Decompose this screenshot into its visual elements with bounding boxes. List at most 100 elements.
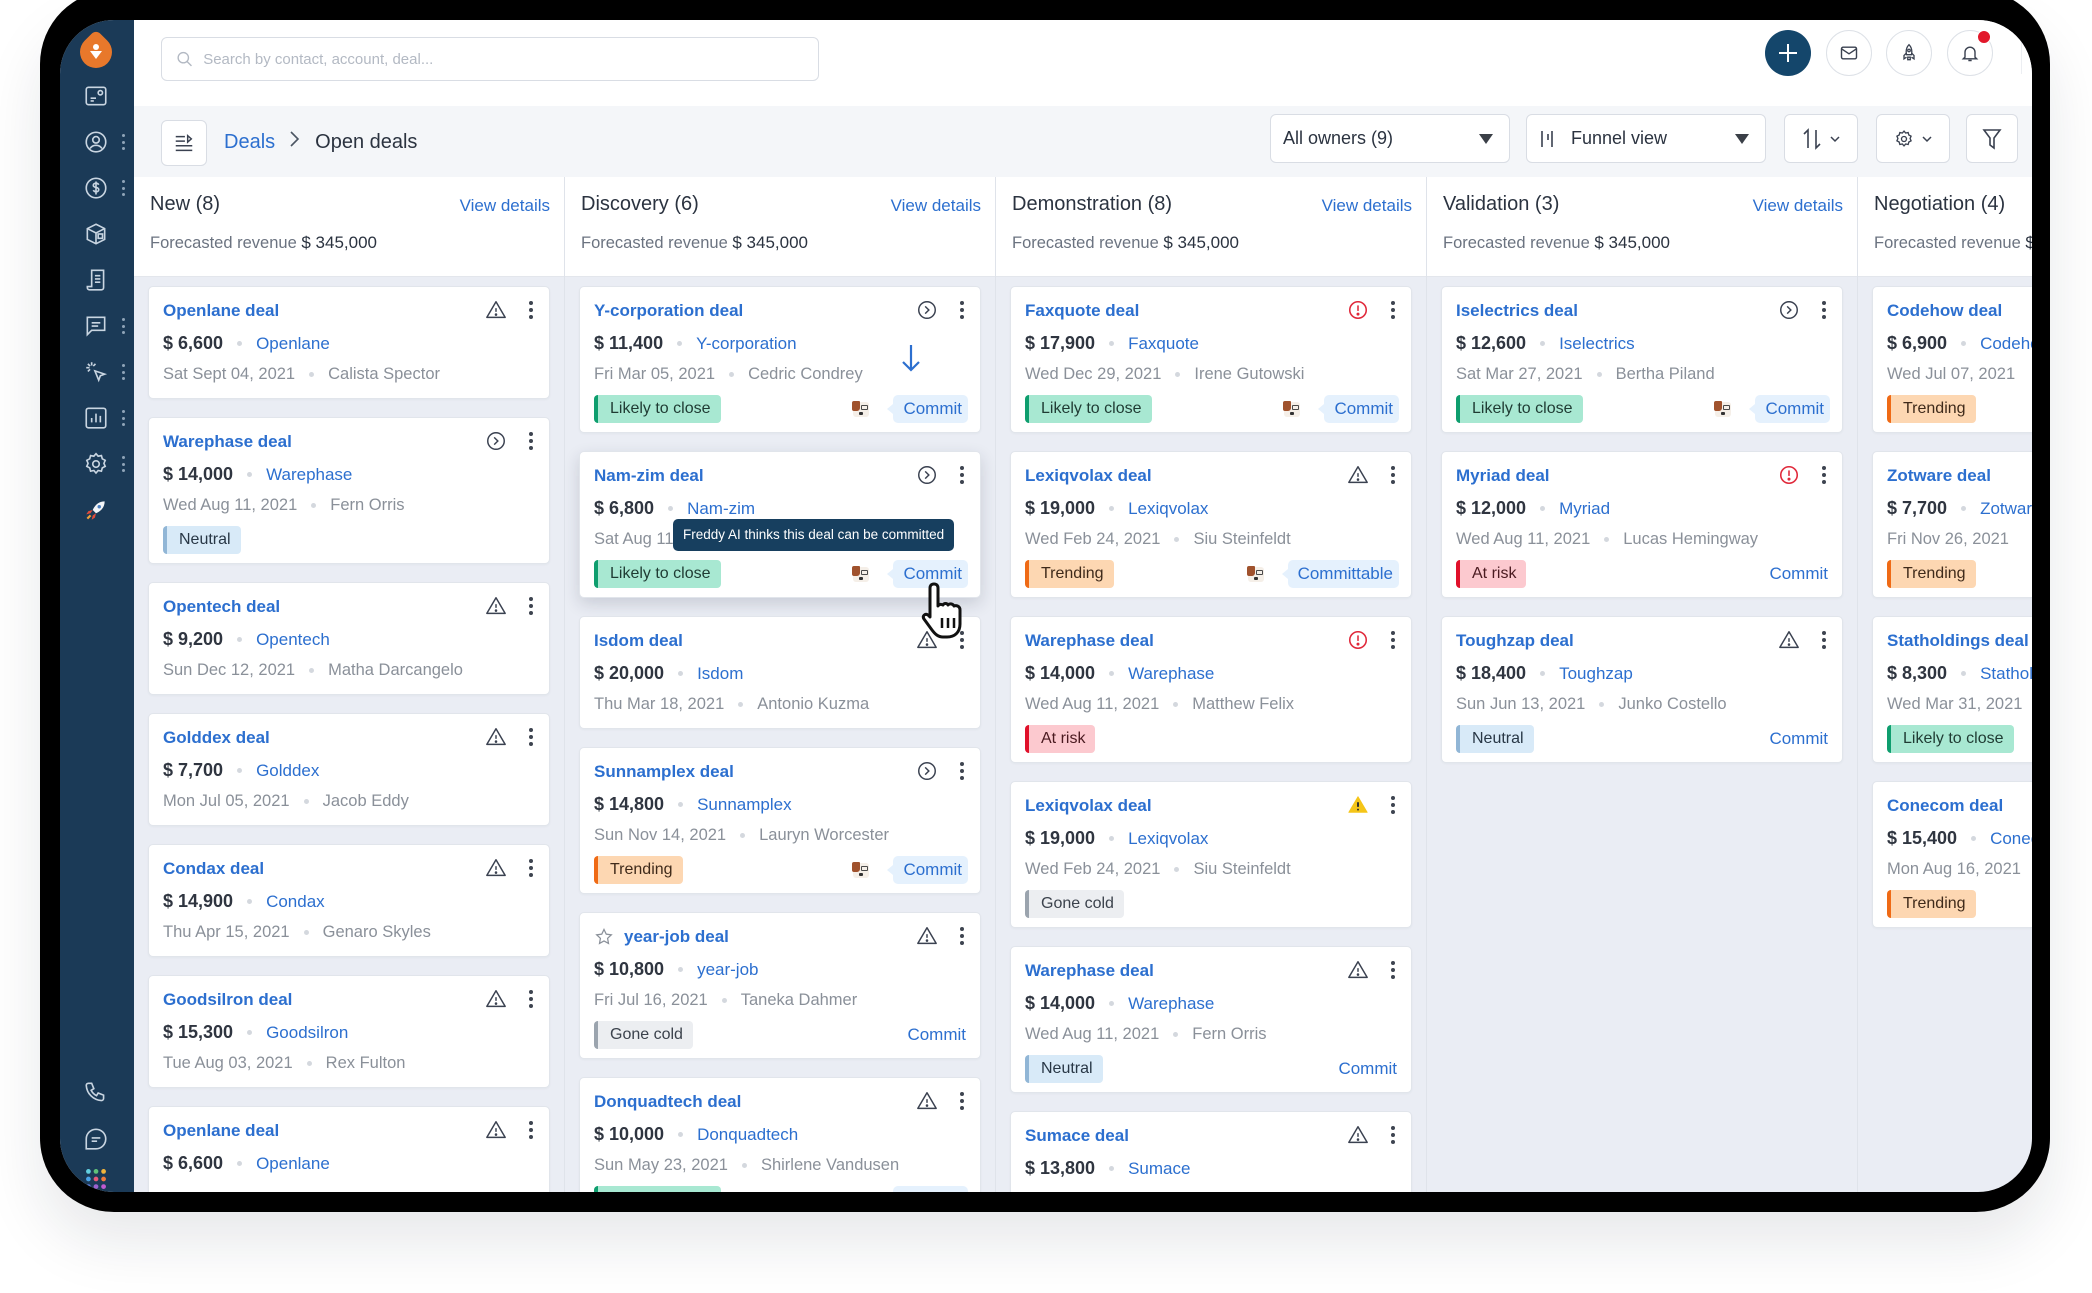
- next-stage-icon[interactable]: [1778, 299, 1800, 321]
- deal-card[interactable]: Nam-zim deal$ 6,800Nam-zimSat Aug 11, 20…: [579, 451, 981, 598]
- more-options-icon[interactable]: [1389, 794, 1397, 816]
- deal-card[interactable]: Sumace deal$ 13,800SumaceMon Nov 15, 202…: [1010, 1111, 1412, 1192]
- more-options-icon[interactable]: [527, 988, 535, 1010]
- more-options-icon[interactable]: [1389, 959, 1397, 981]
- account-link[interactable]: Toughzap: [1559, 664, 1633, 684]
- deal-title-link[interactable]: Nam-zim deal: [594, 466, 704, 486]
- deal-card[interactable]: Openlane deal$ 6,600OpenlaneSat Sept 04,…: [148, 286, 550, 399]
- toggle-sidebar-button[interactable]: [161, 120, 207, 166]
- more-options-icon[interactable]: [958, 464, 966, 486]
- commit-action[interactable]: Commit: [1713, 395, 1830, 423]
- deal-title-link[interactable]: Isdom deal: [594, 631, 683, 651]
- deal-title-link[interactable]: Donquadtech deal: [594, 1092, 741, 1112]
- settings-menu-handle[interactable]: [121, 456, 125, 472]
- sidebar-item-marketing[interactable]: [78, 354, 114, 390]
- sidebar-item-apps[interactable]: [78, 1161, 114, 1192]
- deal-title-link[interactable]: Y-corporation deal: [594, 301, 743, 321]
- deal-card[interactable]: Goodsilron deal$ 15,300GoodsilronTue Aug…: [148, 975, 550, 1088]
- warning-icon[interactable]: [485, 1119, 507, 1141]
- more-options-icon[interactable]: [1820, 299, 1828, 321]
- account-link[interactable]: Openlane: [256, 334, 330, 354]
- deal-title-link[interactable]: Goodsilron deal: [163, 990, 292, 1010]
- view-dropdown[interactable]: Funnel view: [1526, 114, 1766, 163]
- next-stage-icon[interactable]: [485, 430, 507, 452]
- sort-button[interactable]: [1784, 114, 1858, 163]
- commit-action[interactable]: Commit: [851, 1186, 968, 1192]
- account-link[interactable]: Codehow: [1980, 334, 2032, 354]
- warning-icon[interactable]: [1778, 629, 1800, 651]
- view-details-link[interactable]: View details: [891, 196, 981, 216]
- deal-card[interactable]: Donquadtech deal$ 10,000DonquadtechSun M…: [579, 1077, 981, 1192]
- account-link[interactable]: Warephase: [266, 465, 352, 485]
- commit-button[interactable]: Commit: [1769, 725, 1828, 753]
- deal-card[interactable]: Toughzap deal$ 18,400ToughzapSun Jun 13,…: [1441, 616, 1843, 763]
- deal-title-link[interactable]: Openlane deal: [163, 301, 279, 321]
- filter-button[interactable]: [1966, 114, 2018, 163]
- settings-button[interactable]: [1876, 114, 1950, 163]
- account-link[interactable]: Donquadtech: [697, 1125, 798, 1145]
- add-button[interactable]: [1765, 30, 1811, 76]
- deal-card[interactable]: Warephase deal$ 14,000WarephaseWed Aug 1…: [1010, 616, 1412, 763]
- more-options-icon[interactable]: [1389, 1124, 1397, 1146]
- warning-icon[interactable]: [485, 595, 507, 617]
- commit-action[interactable]: Commit: [1282, 395, 1399, 423]
- alert-circle-icon[interactable]: [1347, 629, 1369, 651]
- warning-filled-icon[interactable]: [1347, 794, 1369, 816]
- commit-button[interactable]: Commit: [1769, 560, 1828, 588]
- sidebar-item-products[interactable]: [78, 216, 114, 252]
- commit-button[interactable]: Commit: [893, 395, 968, 423]
- deal-title-link[interactable]: Golddex deal: [163, 728, 270, 748]
- warning-icon[interactable]: [485, 726, 507, 748]
- sidebar-item-deals[interactable]: [78, 170, 114, 206]
- deal-title-link[interactable]: year-job deal: [594, 927, 729, 947]
- deal-card[interactable]: Myriad deal$ 12,000MyriadWed Aug 11, 202…: [1441, 451, 1843, 598]
- deal-card[interactable]: Conecom deal$ 15,400ConecomMon Aug 16, 2…: [1872, 781, 2032, 928]
- sidebar-item-settings[interactable]: [78, 446, 114, 482]
- account-link[interactable]: Openlane: [256, 1154, 330, 1174]
- deal-title-link[interactable]: Iselectrics deal: [1456, 301, 1578, 321]
- account-link[interactable]: Iselectrics: [1559, 334, 1635, 354]
- account-link[interactable]: Lexiqvolax: [1128, 499, 1208, 519]
- deal-title-link[interactable]: Warephase deal: [1025, 961, 1154, 981]
- more-options-icon[interactable]: [527, 1119, 535, 1141]
- deal-card[interactable]: Statholdings deal$ 8,300StatholdingsWed …: [1872, 616, 2032, 763]
- deal-title-link[interactable]: Condax deal: [163, 859, 264, 879]
- deal-card[interactable]: Iselectrics deal$ 12,600IselectricsSat M…: [1441, 286, 1843, 433]
- deal-title-link[interactable]: Warephase deal: [163, 432, 292, 452]
- more-options-icon[interactable]: [527, 299, 535, 321]
- sidebar-item-documents[interactable]: [78, 262, 114, 298]
- deal-card[interactable]: Warephase deal$ 14,000WarephaseWed Aug 1…: [1010, 946, 1412, 1093]
- more-options-icon[interactable]: [958, 1090, 966, 1112]
- more-options-icon[interactable]: [1389, 299, 1397, 321]
- deals-menu-handle[interactable]: [121, 180, 125, 196]
- deal-title-link[interactable]: Zotware deal: [1887, 466, 1991, 486]
- deal-title-link[interactable]: Openlane deal: [163, 1121, 279, 1141]
- commit-action[interactable]: Committable: [1246, 560, 1399, 588]
- deal-title-link[interactable]: Conecom deal: [1887, 796, 2003, 816]
- global-search[interactable]: [161, 37, 819, 81]
- sidebar-item-reports[interactable]: [78, 400, 114, 436]
- warning-icon[interactable]: [916, 925, 938, 947]
- deal-title-link[interactable]: Lexiqvolax deal: [1025, 796, 1152, 816]
- email-button[interactable]: [1826, 30, 1872, 76]
- deal-card[interactable]: Lexiqvolax deal$ 19,000LexiqvolaxWed Feb…: [1010, 451, 1412, 598]
- account-link[interactable]: Warephase: [1128, 994, 1214, 1014]
- more-options-icon[interactable]: [527, 857, 535, 879]
- view-details-link[interactable]: View details: [1753, 196, 1843, 216]
- deal-card[interactable]: Opentech deal$ 9,200OpentechSun Dec 12, …: [148, 582, 550, 695]
- alert-circle-icon[interactable]: [1347, 299, 1369, 321]
- more-options-icon[interactable]: [958, 760, 966, 782]
- more-options-icon[interactable]: [527, 595, 535, 617]
- commit-button[interactable]: Commit: [893, 1186, 968, 1192]
- view-details-link[interactable]: View details: [1322, 196, 1412, 216]
- logo-icon[interactable]: [73, 29, 118, 74]
- warning-icon[interactable]: [485, 857, 507, 879]
- marketing-menu-handle[interactable]: [121, 364, 125, 380]
- alert-circle-icon[interactable]: [1778, 464, 1800, 486]
- account-link[interactable]: Goodsilron: [266, 1023, 348, 1043]
- contacts-menu-handle[interactable]: [121, 134, 125, 150]
- search-input[interactable]: [201, 50, 818, 69]
- account-link[interactable]: Zotware: [1980, 499, 2032, 519]
- sidebar-item-launch[interactable]: [78, 492, 114, 528]
- deal-card[interactable]: Openlane deal$ 6,600Openlane: [148, 1106, 550, 1192]
